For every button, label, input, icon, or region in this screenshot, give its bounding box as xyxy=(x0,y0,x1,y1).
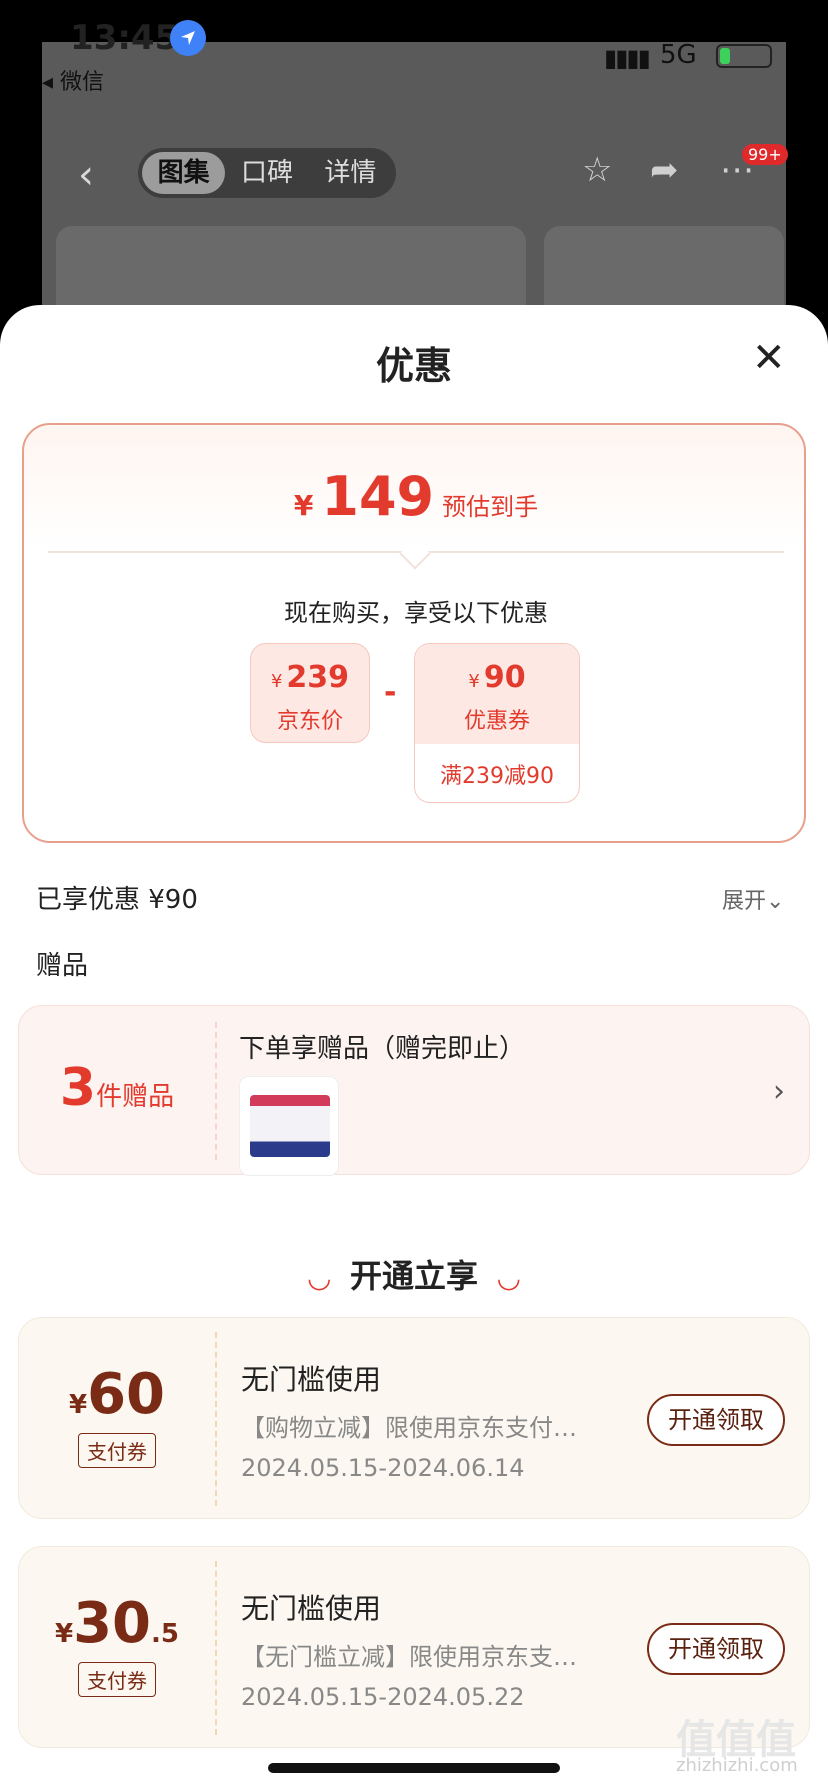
coupon-type-tag: 支付券 xyxy=(78,1433,156,1468)
smile-decoration-icon: ◡ xyxy=(498,1261,520,1294)
divider-notch xyxy=(399,538,431,570)
activate-claim-button[interactable]: 开通领取 xyxy=(647,1623,785,1675)
back-icon[interactable]: ‹ xyxy=(78,152,94,198)
expand-button[interactable]: 展开⌄ xyxy=(722,883,784,915)
activate-claim-button[interactable]: 开通领取 xyxy=(647,1394,785,1446)
tab-details[interactable]: 详情 xyxy=(309,152,392,194)
dashed-separator xyxy=(215,1022,217,1160)
dashed-separator xyxy=(215,1332,217,1506)
battery-icon xyxy=(716,44,772,68)
coupon-type-tag: 支付券 xyxy=(78,1662,156,1697)
jd-price-label: 京东价 xyxy=(276,709,343,734)
tab-reviews[interactable]: 口碑 xyxy=(225,152,308,194)
smile-decoration-icon: ◡ xyxy=(308,1261,330,1294)
coupon-amount-area: ¥30.5 支付券 xyxy=(19,1547,215,1749)
enjoyed-discount: 已享优惠 ¥90 xyxy=(36,885,198,915)
currency-symbol: ¥ xyxy=(293,489,314,522)
gift-card[interactable]: 3件赠品 下单享赠品（赠完即止） › xyxy=(18,1005,810,1176)
coupon-title: 无门槛使用 xyxy=(241,1592,382,1625)
coupon-amount: 60 xyxy=(87,1362,166,1427)
currency-symbol: ¥ xyxy=(270,671,283,692)
share-icon[interactable]: ➦ xyxy=(650,150,679,190)
currency-symbol: ¥ xyxy=(68,1390,88,1420)
chevron-right-icon[interactable]: › xyxy=(773,1074,785,1109)
gift-count-unit: 件赠品 xyxy=(96,1082,175,1112)
sheet-title: 优惠 xyxy=(375,344,452,388)
gifts-heading: 赠品 xyxy=(36,951,89,981)
gift-count-number: 3 xyxy=(59,1058,97,1118)
coupon-box: ¥90 优惠券 满239减90 xyxy=(414,643,580,803)
currency-symbol: ¥ xyxy=(55,1619,74,1649)
status-time: 13:45 xyxy=(70,18,179,58)
gift-product-image[interactable] xyxy=(239,1076,339,1176)
signal-icon: ▮▮▮▮ xyxy=(604,44,651,72)
payment-coupon-card: ¥60 支付券 无门槛使用 【购物立减】限使用京东支付… 2024.05.15-… xyxy=(18,1317,810,1519)
coupon-label: 优惠券 xyxy=(463,709,530,734)
notification-badge: 99+ xyxy=(742,144,788,165)
jd-price-box: ¥239 京东价 xyxy=(250,643,370,743)
currency-symbol: ¥ xyxy=(468,671,480,692)
top-nav: ‹ 图集 口碑 详情 ☆ ➦ ⋯ 99+ xyxy=(0,130,828,210)
vip-title-text: 开通立享 xyxy=(349,1257,478,1295)
home-indicator[interactable] xyxy=(268,1763,560,1773)
coupon-rule: 满239减90 xyxy=(440,764,554,789)
coupon-amount-decimal: .5 xyxy=(151,1619,179,1649)
star-icon[interactable]: ☆ xyxy=(582,150,612,190)
dashed-separator xyxy=(215,1561,217,1735)
diaper-package-image xyxy=(250,1095,330,1157)
location-icon xyxy=(170,20,206,56)
price-card: ¥149 预估到手 现在购买，享受以下优惠 ¥239 京东价 - ¥90 优惠券 … xyxy=(22,423,806,843)
estimated-price: ¥149 预估到手 xyxy=(24,465,808,528)
jd-price-value: 239 xyxy=(286,660,350,695)
watermark-url: zhizhizhi.com xyxy=(676,1755,798,1776)
tab-switcher: 图集 口碑 详情 xyxy=(138,148,396,198)
back-to-app-link[interactable]: ◂ 微信 xyxy=(42,64,104,96)
coupon-title: 无门槛使用 xyxy=(241,1363,382,1396)
coupon-value: 90 xyxy=(483,660,526,695)
tab-gallery[interactable]: 图集 xyxy=(142,152,226,194)
close-icon[interactable]: ✕ xyxy=(752,335,786,381)
coupon-amount-area: ¥60 支付券 xyxy=(19,1318,215,1520)
coupon-validity: 2024.05.15-2024.06.14 xyxy=(241,1454,525,1482)
status-bar: 13:45 ◂ 微信 ▮▮▮▮ 5G xyxy=(0,0,828,110)
discount-sheet: 优惠 ✕ ¥149 预估到手 现在购买，享受以下优惠 ¥239 京东价 - ¥90… xyxy=(0,305,828,1792)
gift-count: 3件赠品 xyxy=(19,1058,215,1118)
coupon-description: 【无门槛立减】限使用京东支… xyxy=(241,1643,577,1671)
vip-section-title: ◡ 开通立享 ◡ xyxy=(0,1251,828,1297)
estimated-price-label: 预估到手 xyxy=(442,493,539,521)
coupon-description: 【购物立减】限使用京东支付… xyxy=(241,1414,577,1442)
price-subtitle: 现在购买，享受以下优惠 xyxy=(284,599,548,627)
minus-sign: - xyxy=(384,675,397,710)
network-label: 5G xyxy=(660,40,697,70)
estimated-price-value: 149 xyxy=(321,465,435,528)
gift-headline: 下单享赠品（赠完即止） xyxy=(239,1034,526,1064)
coupon-validity: 2024.05.15-2024.05.22 xyxy=(241,1683,525,1711)
coupon-amount: 30 xyxy=(73,1591,152,1656)
